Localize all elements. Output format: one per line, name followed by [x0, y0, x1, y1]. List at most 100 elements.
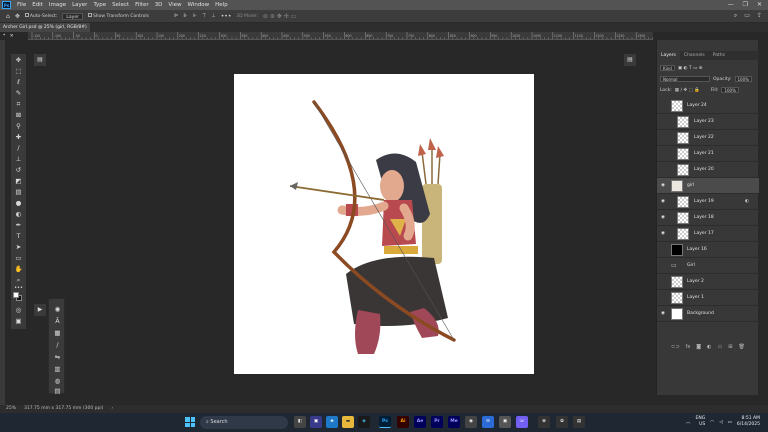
document-canvas[interactable] — [234, 74, 534, 374]
lasso-tool-icon[interactable]: ℓ — [14, 78, 23, 86]
layer-row[interactable]: Layer 23 — [657, 114, 759, 130]
swatches-icon[interactable]: ▦ — [53, 329, 62, 337]
taskbar-search[interactable]: ⌕ Search — [200, 416, 288, 429]
zoom-tool-icon[interactable]: ⌕ — [14, 276, 23, 284]
layer-row[interactable]: Layer 16 — [657, 242, 759, 258]
visibility-eye-icon[interactable] — [661, 119, 667, 125]
layer-thumbnail[interactable] — [677, 148, 689, 160]
eyedropper-tool-icon[interactable]: ⚲ — [14, 122, 23, 130]
document-tab[interactable]: Archer Girl.psd @ 25% (girl, RGB/8#) * ✕ — [0, 23, 90, 39]
viber-icon[interactable]: ☏ — [516, 416, 528, 428]
align-top-icon[interactable]: ⊤ — [202, 13, 206, 19]
status-expand-icon[interactable]: › — [111, 405, 113, 413]
visibility-eye-icon[interactable] — [661, 167, 667, 173]
layer-row[interactable]: ◉ Layer 18 — [657, 210, 759, 226]
type-tool-icon[interactable]: T — [14, 232, 23, 240]
media-encoder-taskbar-icon[interactable]: Me — [448, 416, 460, 428]
actions-icon[interactable]: ◉ — [53, 305, 62, 313]
adjustment-layer-icon[interactable]: ◐ — [707, 344, 711, 350]
layer-row[interactable]: Layer 22 — [657, 130, 759, 146]
layer-thumbnail[interactable] — [671, 308, 683, 320]
wifi-icon[interactable]: ◠ — [710, 420, 714, 425]
new-group-icon[interactable]: ▭ — [718, 344, 723, 350]
hand-tool-icon[interactable]: ✋ — [14, 265, 23, 273]
history-panel-icon[interactable]: ▤ — [34, 54, 46, 66]
layer-thumbnail[interactable] — [677, 132, 689, 144]
search-icon[interactable]: ⌕ — [734, 12, 737, 20]
tab-layers[interactable]: Layers — [657, 51, 680, 60]
layer-row[interactable]: ◉ Layer 19 ◐ — [657, 194, 759, 210]
frame-tool-icon[interactable]: ⊠ — [14, 111, 23, 119]
align-middle-icon[interactable]: ⊥ — [211, 13, 215, 19]
transform-controls-checkbox[interactable] — [87, 13, 92, 17]
layer-row[interactable]: Layer 21 — [657, 146, 759, 162]
menu-filter[interactable]: Filter — [135, 2, 149, 8]
fill-input[interactable]: 100% — [721, 87, 739, 93]
path-select-icon[interactable]: ➤ — [14, 243, 23, 251]
layer-thumbnail[interactable] — [671, 292, 683, 304]
app-icon-2[interactable]: ✉ — [482, 416, 494, 428]
tray-language[interactable]: ENG — [696, 416, 706, 421]
visibility-eye-icon[interactable] — [661, 295, 667, 301]
move-tool-icon[interactable]: ✥ — [14, 56, 23, 64]
home-icon[interactable]: ⌂ — [6, 13, 10, 20]
app-icon-4[interactable]: ⊗ — [538, 416, 550, 428]
layer-row[interactable]: ◉ girl — [657, 178, 759, 194]
brushes-icon[interactable]: ∕ — [53, 341, 62, 349]
folder-icon[interactable]: ▭ — [671, 260, 683, 272]
layer-thumbnail[interactable] — [677, 164, 689, 176]
auto-select-target-dropdown[interactable]: Layer — [62, 12, 83, 20]
tab-close-icon[interactable]: ✕ — [10, 34, 14, 39]
layer-thumbnail[interactable] — [677, 228, 689, 240]
close-icon[interactable]: ✕ — [757, 1, 762, 8]
layer-thumbnail[interactable] — [671, 244, 683, 256]
menu-help[interactable]: Help — [215, 2, 228, 8]
layer-mask-icon[interactable]: ◙ — [696, 344, 701, 350]
layer-thumbnail[interactable] — [677, 196, 689, 208]
app-icon-6[interactable]: ▤ — [573, 416, 585, 428]
menu-edit[interactable]: Edit — [32, 2, 43, 8]
more-tools-icon[interactable]: ••• — [14, 284, 23, 292]
file-explorer-icon[interactable]: ▬ — [342, 416, 354, 428]
libraries-icon[interactable]: ▥ — [53, 365, 62, 373]
photoshop-taskbar-icon[interactable]: Ps — [379, 416, 391, 428]
layer-thumbnail[interactable] — [671, 100, 683, 112]
dodge-tool-icon[interactable]: ◐ — [14, 210, 23, 218]
align-center-icon[interactable]: ⊪ — [183, 13, 187, 19]
play-icon[interactable]: ▶ — [34, 304, 46, 316]
marquee-tool-icon[interactable]: ⬚ — [14, 67, 23, 75]
more-options-icon[interactable]: ••• — [221, 13, 232, 20]
store-icon[interactable]: ◈ — [358, 416, 370, 428]
color-icon[interactable]: ◍ — [53, 377, 62, 385]
layer-row[interactable]: Layer 20 — [657, 162, 759, 178]
history-brush-icon[interactable]: ↺ — [14, 166, 23, 174]
rectangle-tool-icon[interactable]: ▭ — [14, 254, 23, 262]
brush-tool-icon[interactable]: ∕ — [14, 144, 23, 152]
layer-row[interactable]: Layer 1 — [657, 290, 759, 306]
link-layers-icon[interactable]: ⊂⊃ — [671, 344, 679, 350]
after-effects-taskbar-icon[interactable]: Ae — [414, 416, 426, 428]
layer-style-icon[interactable]: fx — [686, 344, 691, 350]
lock-icons[interactable]: ▦ ∕ ✥ ⬚ 🔒 — [675, 88, 700, 93]
screen-mode-icon[interactable]: ▣ — [14, 317, 23, 325]
teams-icon[interactable]: ▣ — [310, 416, 322, 428]
visibility-eye-icon[interactable] — [661, 247, 667, 253]
tab-channels[interactable]: Channels — [680, 51, 709, 60]
menu-layer[interactable]: Layer — [72, 2, 87, 8]
filter-icons[interactable]: ▣ ◐ T ▭ ⊕ — [678, 66, 703, 71]
volume-icon[interactable]: ◁ — [719, 420, 722, 425]
visibility-eye-icon[interactable] — [661, 135, 667, 141]
tray-chevron-icon[interactable]: ︿ — [686, 419, 691, 425]
app-icon-3[interactable]: ▣ — [499, 416, 511, 428]
workspace-icon[interactable]: ▭ — [744, 12, 750, 20]
task-view-icon[interactable]: ◧ — [294, 416, 306, 428]
gradient-tool-icon[interactable]: ▤ — [14, 188, 23, 196]
layer-thumbnail[interactable] — [671, 276, 683, 288]
layer-effects-icon[interactable]: ◐ — [745, 199, 749, 204]
maximize-icon[interactable]: ❐ — [743, 1, 748, 8]
blend-mode-dropdown[interactable]: Normal — [660, 76, 710, 82]
layer-row[interactable]: ▭ Girl — [657, 258, 759, 274]
layer-row[interactable]: ◉ Layer 17 — [657, 226, 759, 242]
share-icon[interactable]: ⇪ — [757, 12, 762, 20]
windows-start-icon[interactable] — [185, 417, 195, 427]
